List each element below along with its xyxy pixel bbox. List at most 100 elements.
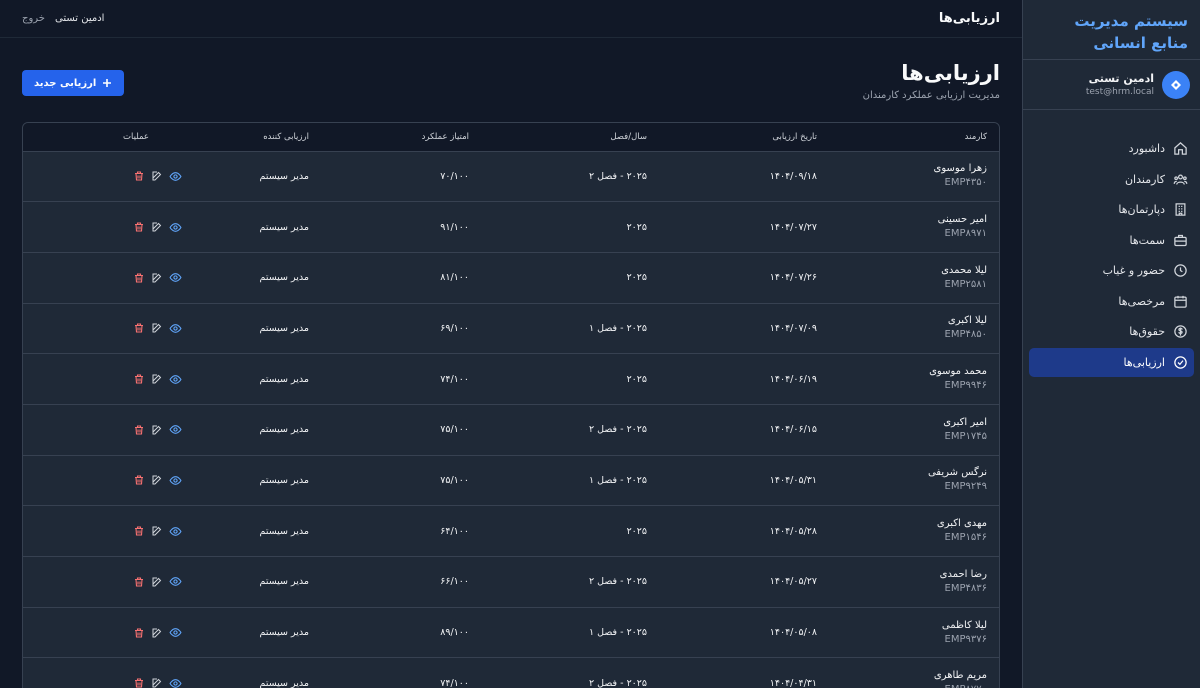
employee-name[interactable]: نرگس شریفی [841, 466, 987, 480]
view-button[interactable] [169, 271, 182, 284]
eye-icon [169, 374, 182, 384]
table-row: مریم طاهری EMP۸۷۷۰ ۱۴۰۴/۰۴/۳۱ ۲۰۲۵ - فصل… [23, 658, 999, 688]
cell-actions [23, 557, 182, 608]
cell-score: ۷۴/۱۰۰ [440, 677, 469, 688]
view-button[interactable] [169, 525, 182, 538]
cell-employee: رضا احمدی EMP۴۸۳۶ [829, 557, 999, 608]
edit-button[interactable] [151, 272, 163, 284]
cell-reviewer: مدیر سیستم [259, 272, 309, 284]
edit-icon [152, 374, 162, 384]
edit-button[interactable] [151, 170, 163, 182]
table-row: لیلا کاظمی EMP۹۳۷۶ ۱۴۰۴/۰۵/۰۸ ۲۰۲۵ - فصل… [23, 607, 999, 658]
employee-name[interactable]: لیلا اکبری [841, 314, 987, 328]
view-button[interactable] [169, 677, 182, 688]
sidebar-item-positions[interactable]: سمت‌ها [1029, 226, 1194, 255]
view-button[interactable] [169, 474, 182, 487]
topbar-actions: ادمین تستی خروج [22, 13, 104, 24]
sidebar-user: ادمین تستی test@hrm.local [1023, 60, 1200, 110]
edit-button[interactable] [151, 525, 163, 537]
employee-name[interactable]: مریم طاهری [841, 669, 987, 683]
edit-button[interactable] [151, 474, 163, 486]
delete-button[interactable] [133, 474, 145, 486]
new-evaluation-button[interactable]: ارزیابی جدید [22, 70, 125, 96]
trash-icon [135, 526, 143, 536]
sidebar-item-payroll[interactable]: حقوق‌ها [1029, 317, 1194, 346]
view-button[interactable] [169, 626, 182, 639]
cell-period: ۲۰۲۵ [626, 272, 647, 284]
eye-icon [169, 172, 182, 181]
delete-button[interactable] [133, 373, 145, 385]
edit-icon [152, 678, 162, 688]
edit-button[interactable] [151, 576, 163, 588]
sidebar-nav: داشبورد کارمندان دپارتمان‌ها سمت‌ها حضور… [1023, 110, 1200, 377]
sidebar-user-name: ادمین تستی [1088, 71, 1154, 85]
edit-icon [152, 526, 162, 536]
delete-button[interactable] [133, 272, 145, 284]
view-button[interactable] [169, 170, 182, 183]
cell-reviewer: مدیر سیستم [259, 474, 309, 486]
employee-name[interactable]: مهدی اکبری [841, 517, 987, 531]
table-row: لیلا اکبری EMP۴۸۵۰ ۱۴۰۴/۰۷/۰۹ ۲۰۲۵ - فصل… [23, 303, 999, 354]
sidebar-item-departments[interactable]: دپارتمان‌ها [1029, 195, 1194, 224]
cell-actions [23, 506, 182, 557]
view-button[interactable] [169, 423, 182, 436]
employee-name[interactable]: زهرا موسوی [841, 162, 987, 176]
employee-name[interactable]: امیر حسینی [841, 213, 987, 227]
employee-name[interactable]: لیلا کاظمی [841, 619, 987, 633]
cell-actions [23, 303, 182, 354]
delete-button[interactable] [133, 525, 145, 537]
col-header-employee: کارمند [829, 123, 999, 152]
employee-name[interactable]: محمد موسوی [841, 365, 987, 379]
view-button[interactable] [169, 221, 182, 234]
cell-score: ۷۴/۱۰۰ [440, 373, 469, 385]
col-header-actions: عملیات [23, 123, 161, 152]
edit-button[interactable] [151, 373, 163, 385]
eye-icon [169, 526, 182, 536]
edit-button[interactable] [151, 627, 163, 639]
edit-icon [152, 628, 162, 638]
delete-button[interactable] [133, 170, 145, 182]
employee-name[interactable]: رضا احمدی [841, 568, 987, 582]
cell-score: ۶۴/۱۰۰ [440, 525, 469, 537]
row-actions [35, 373, 182, 386]
cell-score: ۷۵/۱۰۰ [440, 424, 469, 436]
employee-name[interactable]: امیر اکبری [841, 416, 987, 430]
plus-icon [103, 79, 112, 87]
delete-button[interactable] [133, 424, 145, 436]
delete-button[interactable] [133, 322, 145, 334]
sidebar-item-attendance[interactable]: حضور و غیاب [1029, 256, 1194, 285]
edit-button[interactable] [151, 322, 163, 334]
view-button[interactable] [169, 322, 182, 335]
building-icon [1175, 203, 1186, 216]
cell-reviewer: مدیر سیستم [259, 525, 309, 537]
trash-icon [135, 577, 143, 587]
edit-button[interactable] [151, 221, 163, 233]
page-header: ارزیابی‌ها مدیریت ارزیابی عملکرد کارمندا… [22, 60, 1000, 122]
delete-button[interactable] [133, 221, 145, 233]
row-actions [35, 322, 182, 335]
new-evaluation-label: ارزیابی جدید [34, 77, 97, 89]
delete-button[interactable] [133, 677, 145, 688]
row-actions [35, 474, 182, 487]
sidebar-item-evaluations[interactable]: ارزیابی‌ها [1029, 347, 1194, 377]
view-button[interactable] [169, 373, 182, 386]
col-header-reviewer: ارزیابی کننده [161, 123, 321, 152]
trash-icon [135, 273, 143, 283]
sidebar-item-dashboard[interactable]: داشبورد [1029, 134, 1194, 163]
logout-link[interactable]: خروج [22, 13, 45, 24]
edit-button[interactable] [151, 424, 163, 436]
sidebar-item-leaves[interactable]: مرخصی‌ها [1029, 287, 1194, 316]
employee-code: EMP۴۸۵۰ [944, 329, 987, 341]
employee-name[interactable]: لیلا محمدی [841, 264, 987, 278]
edit-button[interactable] [151, 677, 163, 688]
edit-icon [152, 171, 162, 181]
cell-employee: لیلا محمدی EMP۲۵۸۱ [829, 252, 999, 303]
delete-button[interactable] [133, 627, 145, 639]
delete-button[interactable] [133, 576, 145, 588]
edit-icon [152, 475, 162, 485]
content: ارزیابی‌ها مدیریت ارزیابی عملکرد کارمندا… [0, 38, 1022, 688]
sidebar-item-employees[interactable]: کارمندان [1029, 165, 1194, 194]
view-button[interactable] [169, 575, 182, 588]
page-subtitle: مدیریت ارزیابی عملکرد کارمندان [862, 90, 1000, 101]
employee-code: EMP۲۵۸۱ [944, 278, 987, 290]
